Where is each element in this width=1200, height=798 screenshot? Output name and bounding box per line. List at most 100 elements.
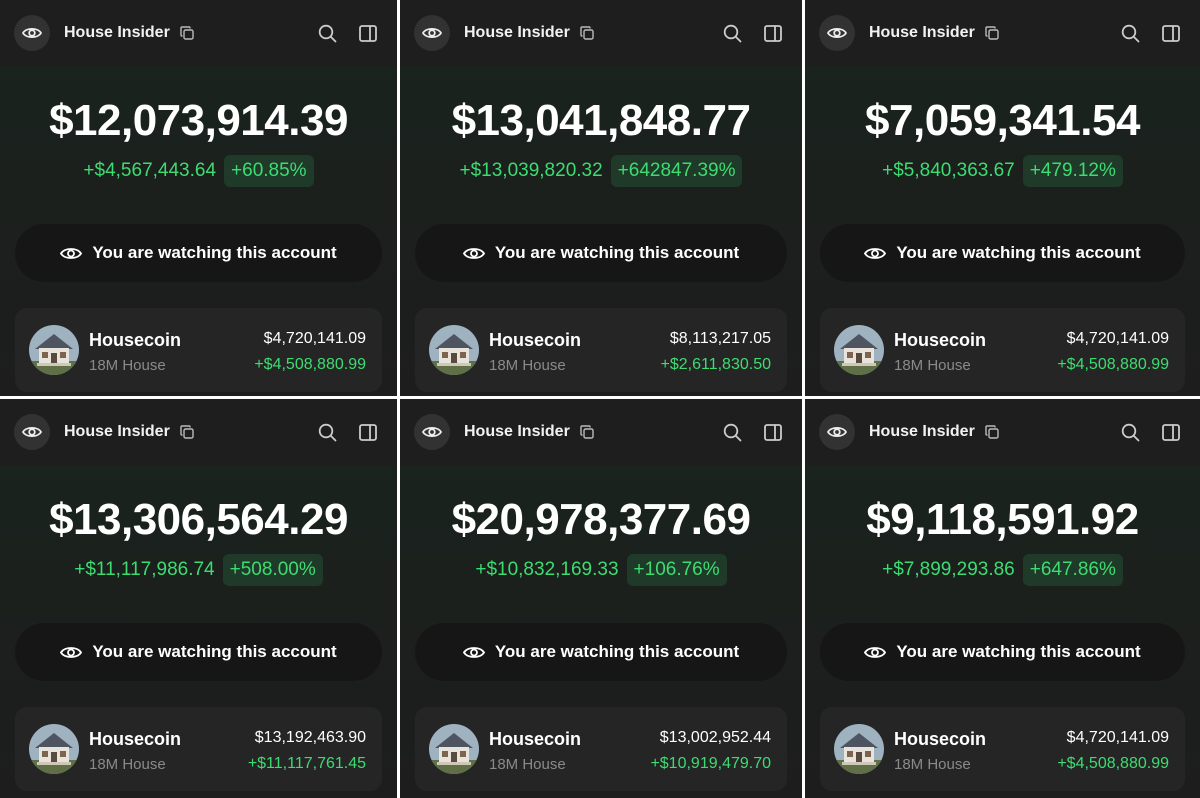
change-percent-badge: +60.85%: [224, 155, 314, 187]
sidebar-panel-icon[interactable]: [359, 423, 377, 441]
top-bar: House Insider: [400, 0, 802, 66]
watch-toggle-button[interactable]: [819, 414, 855, 450]
holding-value: $4,720,141.09: [263, 330, 366, 347]
holding-amount: 18M House: [489, 357, 566, 374]
copy-icon[interactable]: [180, 26, 194, 40]
holding-card[interactable]: Housecoin 18M House $4,720,141.09 +$4,50…: [820, 707, 1185, 791]
holding-amount: 18M House: [894, 357, 971, 374]
holding-gain: +$4,508,880.99: [1057, 755, 1169, 772]
watching-account-button[interactable]: You are watching this account: [15, 623, 382, 681]
watch-toggle-button[interactable]: [414, 414, 450, 450]
account-balance: $13,041,848.77: [451, 96, 751, 145]
copy-icon[interactable]: [985, 425, 999, 439]
house-thumbnail: [834, 325, 884, 375]
watch-toggle-button[interactable]: [14, 15, 50, 51]
change-amount: +$7,899,293.86: [882, 559, 1015, 580]
eye-icon: [422, 27, 442, 39]
account-balance: $7,059,341.54: [865, 96, 1140, 145]
account-panel: House Insider $13,306,564.29 +$11,117,98…: [0, 399, 400, 798]
top-bar: House Insider: [805, 0, 1200, 66]
top-bar: House Insider: [0, 399, 397, 465]
change-percent-badge: +642847.39%: [610, 155, 743, 187]
change-row: +$4,567,443.64 +60.85%: [0, 155, 397, 187]
watch-toggle-button[interactable]: [414, 15, 450, 51]
search-icon[interactable]: [318, 24, 337, 43]
top-bar: House Insider: [400, 399, 802, 465]
holding-card[interactable]: Housecoin 18M House $8,113,217.05 +$2,61…: [415, 308, 787, 392]
sidebar-panel-icon[interactable]: [359, 24, 377, 42]
search-icon[interactable]: [723, 24, 742, 43]
copy-icon[interactable]: [985, 26, 999, 40]
copy-icon[interactable]: [580, 26, 594, 40]
holding-value: $13,192,463.90: [254, 729, 366, 746]
watching-account-button[interactable]: You are watching this account: [415, 623, 787, 681]
watching-label: You are watching this account: [494, 243, 740, 262]
app-title: House Insider: [869, 24, 975, 41]
account-panel: House Insider $7,059,341.54 +$5,840,363.…: [805, 0, 1200, 399]
watching-account-button[interactable]: You are watching this account: [415, 224, 787, 282]
app-title: House Insider: [64, 24, 170, 41]
eye-icon: [60, 646, 83, 658]
account-balance: $9,118,591.92: [866, 495, 1139, 544]
holding-amount: 18M House: [489, 756, 566, 773]
eye-icon: [827, 426, 847, 438]
search-icon[interactable]: [1121, 423, 1140, 442]
holding-value: $13,002,952.44: [659, 729, 771, 746]
eye-icon: [60, 247, 83, 259]
app-title: House Insider: [869, 423, 975, 440]
watching-account-button[interactable]: You are watching this account: [15, 224, 382, 282]
house-thumbnail: [834, 724, 884, 774]
holding-amount: 18M House: [89, 756, 166, 773]
watch-toggle-button[interactable]: [819, 15, 855, 51]
app-title: House Insider: [464, 24, 570, 41]
eye-icon: [22, 426, 42, 438]
eye-icon: [864, 247, 887, 259]
sidebar-panel-icon[interactable]: [1162, 24, 1180, 42]
house-thumbnail: [429, 724, 479, 774]
watching-account-button[interactable]: You are watching this account: [820, 224, 1185, 282]
search-icon[interactable]: [318, 423, 337, 442]
change-amount: +$5,840,363.67: [882, 160, 1015, 181]
holding-value: $4,720,141.09: [1066, 729, 1169, 746]
copy-icon[interactable]: [580, 425, 594, 439]
change-row: +$13,039,820.32 +642847.39%: [400, 155, 802, 187]
account-panel: House Insider $13,041,848.77 +$13,039,82…: [400, 0, 805, 399]
holding-amount: 18M House: [894, 756, 971, 773]
holding-value: $8,113,217.05: [669, 330, 771, 347]
watching-label: You are watching this account: [494, 642, 740, 661]
holding-name: Housecoin: [489, 330, 582, 350]
sidebar-panel-icon[interactable]: [764, 24, 782, 42]
holding-card[interactable]: Housecoin 18M House $13,002,952.44 +$10,…: [415, 707, 787, 791]
change-percent-badge: +647.86%: [1022, 554, 1123, 586]
copy-icon[interactable]: [180, 425, 194, 439]
holding-gain: +$2,611,830.50: [660, 356, 771, 373]
holding-gain: +$4,508,880.99: [1057, 356, 1169, 373]
watching-account-button[interactable]: You are watching this account: [820, 623, 1185, 681]
watching-label: You are watching this account: [896, 642, 1141, 661]
app-title: House Insider: [464, 423, 570, 440]
holding-amount: 18M House: [89, 357, 166, 374]
sidebar-panel-icon[interactable]: [1162, 423, 1180, 441]
watching-label: You are watching this account: [896, 243, 1141, 262]
holding-card[interactable]: Housecoin 18M House $4,720,141.09 +$4,50…: [15, 308, 382, 392]
change-amount: +$11,117,986.74: [74, 559, 215, 580]
holding-card[interactable]: Housecoin 18M House $13,192,463.90 +$11,…: [15, 707, 382, 791]
change-row: +$5,840,363.67 +479.12%: [805, 155, 1200, 187]
holding-gain: +$10,919,479.70: [650, 755, 771, 772]
change-row: +$10,832,169.33 +106.76%: [400, 554, 802, 586]
holding-card[interactable]: Housecoin 18M House $4,720,141.09 +$4,50…: [820, 308, 1185, 392]
eye-icon: [22, 27, 42, 39]
holding-name: Housecoin: [894, 729, 987, 749]
holding-gain: +$11,117,761.45: [247, 755, 366, 772]
change-amount: +$13,039,820.32: [459, 160, 603, 181]
search-icon[interactable]: [723, 423, 742, 442]
search-icon[interactable]: [1121, 24, 1140, 43]
sidebar-panel-icon[interactable]: [764, 423, 782, 441]
holding-value: $4,720,141.09: [1066, 330, 1169, 347]
eye-icon: [462, 646, 485, 658]
screenshot-grid: House Insider $12,073,914.39 +$4,567,443…: [0, 0, 1200, 798]
watch-toggle-button[interactable]: [14, 414, 50, 450]
account-panel: House Insider $20,978,377.69 +$10,832,16…: [400, 399, 805, 798]
change-row: +$7,899,293.86 +647.86%: [805, 554, 1200, 586]
eye-icon: [864, 646, 887, 658]
